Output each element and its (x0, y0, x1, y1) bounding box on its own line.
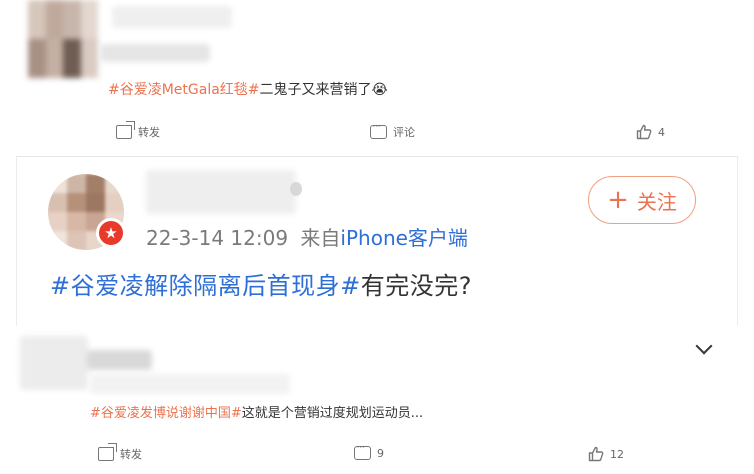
repost-icon (116, 125, 132, 139)
avatar-redacted[interactable] (20, 336, 88, 390)
like-count: 4 (658, 125, 665, 139)
follow-label: 关注 (636, 189, 677, 214)
repost-icon (98, 447, 114, 461)
post3-body: 这就是个营销过度规划运动员... (241, 406, 424, 421)
chevron-down-icon[interactable] (695, 337, 713, 355)
avatar[interactable] (28, 0, 98, 78)
comment-icon (354, 440, 371, 460)
post-text: #谷爱凌MetGala红毯#二鬼子又来营销了😭 (108, 79, 388, 99)
member-badge-icon (290, 182, 302, 196)
follow-button[interactable]: + 关注 (588, 176, 696, 224)
action-bar-2: 转发 9 12 (0, 440, 754, 468)
quoted-post-text: #谷爱凌解除隔离后首现身#有完没完? (50, 266, 472, 301)
timestamp: 22-3-14 12:09 (146, 226, 289, 250)
quoted-username-redacted (146, 170, 296, 214)
like-button-2[interactable]: 12 (588, 446, 624, 462)
crying-emoji: 😭 (371, 82, 388, 98)
source-client[interactable]: iPhone客户端 (340, 226, 468, 250)
post-body: 二鬼子又来营销了 (259, 82, 372, 98)
like-count-2: 12 (610, 447, 624, 461)
action-bar: 转发 评论 4 (0, 119, 754, 146)
source-prefix: 来自 (300, 226, 341, 250)
quoted-hashtag-link[interactable]: #谷爱凌解除隔离后首现身# (50, 272, 361, 300)
repost-label: 转发 (138, 126, 160, 139)
comment-label: 评论 (393, 126, 415, 139)
quoted-meta: 22-3-14 12:09 来自iPhone客户端 (146, 222, 468, 251)
post-meta-redacted (100, 44, 210, 62)
like-icon (588, 446, 604, 462)
card-divider (16, 156, 738, 157)
username-redacted (112, 6, 232, 28)
verified-badge-icon: ★ (96, 218, 126, 248)
comment-icon (370, 119, 387, 139)
repost-label-2: 转发 (120, 448, 142, 461)
comment-button[interactable]: 评论 (370, 119, 415, 140)
comment-button-2[interactable]: 9 (354, 440, 384, 460)
card-edge-left (16, 156, 17, 326)
username-redacted-2 (86, 350, 152, 370)
plus-icon: + (607, 185, 629, 215)
repost-button[interactable]: 转发 (116, 124, 160, 140)
like-icon (636, 124, 652, 140)
repost-button-2[interactable]: 转发 (98, 446, 142, 462)
post-meta-redacted-2 (90, 374, 290, 394)
like-button[interactable]: 4 (636, 124, 665, 140)
card-edge-right (737, 156, 738, 326)
post3-text: #谷爱凌发博说谢谢中国#这就是个营销过度规划运动员... (90, 402, 423, 421)
hashtag-link[interactable]: #谷爱凌MetGala红毯# (108, 82, 260, 98)
quoted-body: 有完没完? (360, 272, 472, 300)
post3-hashtag-link[interactable]: #谷爱凌发博说谢谢中国# (90, 406, 242, 421)
comment-count: 9 (377, 446, 384, 460)
